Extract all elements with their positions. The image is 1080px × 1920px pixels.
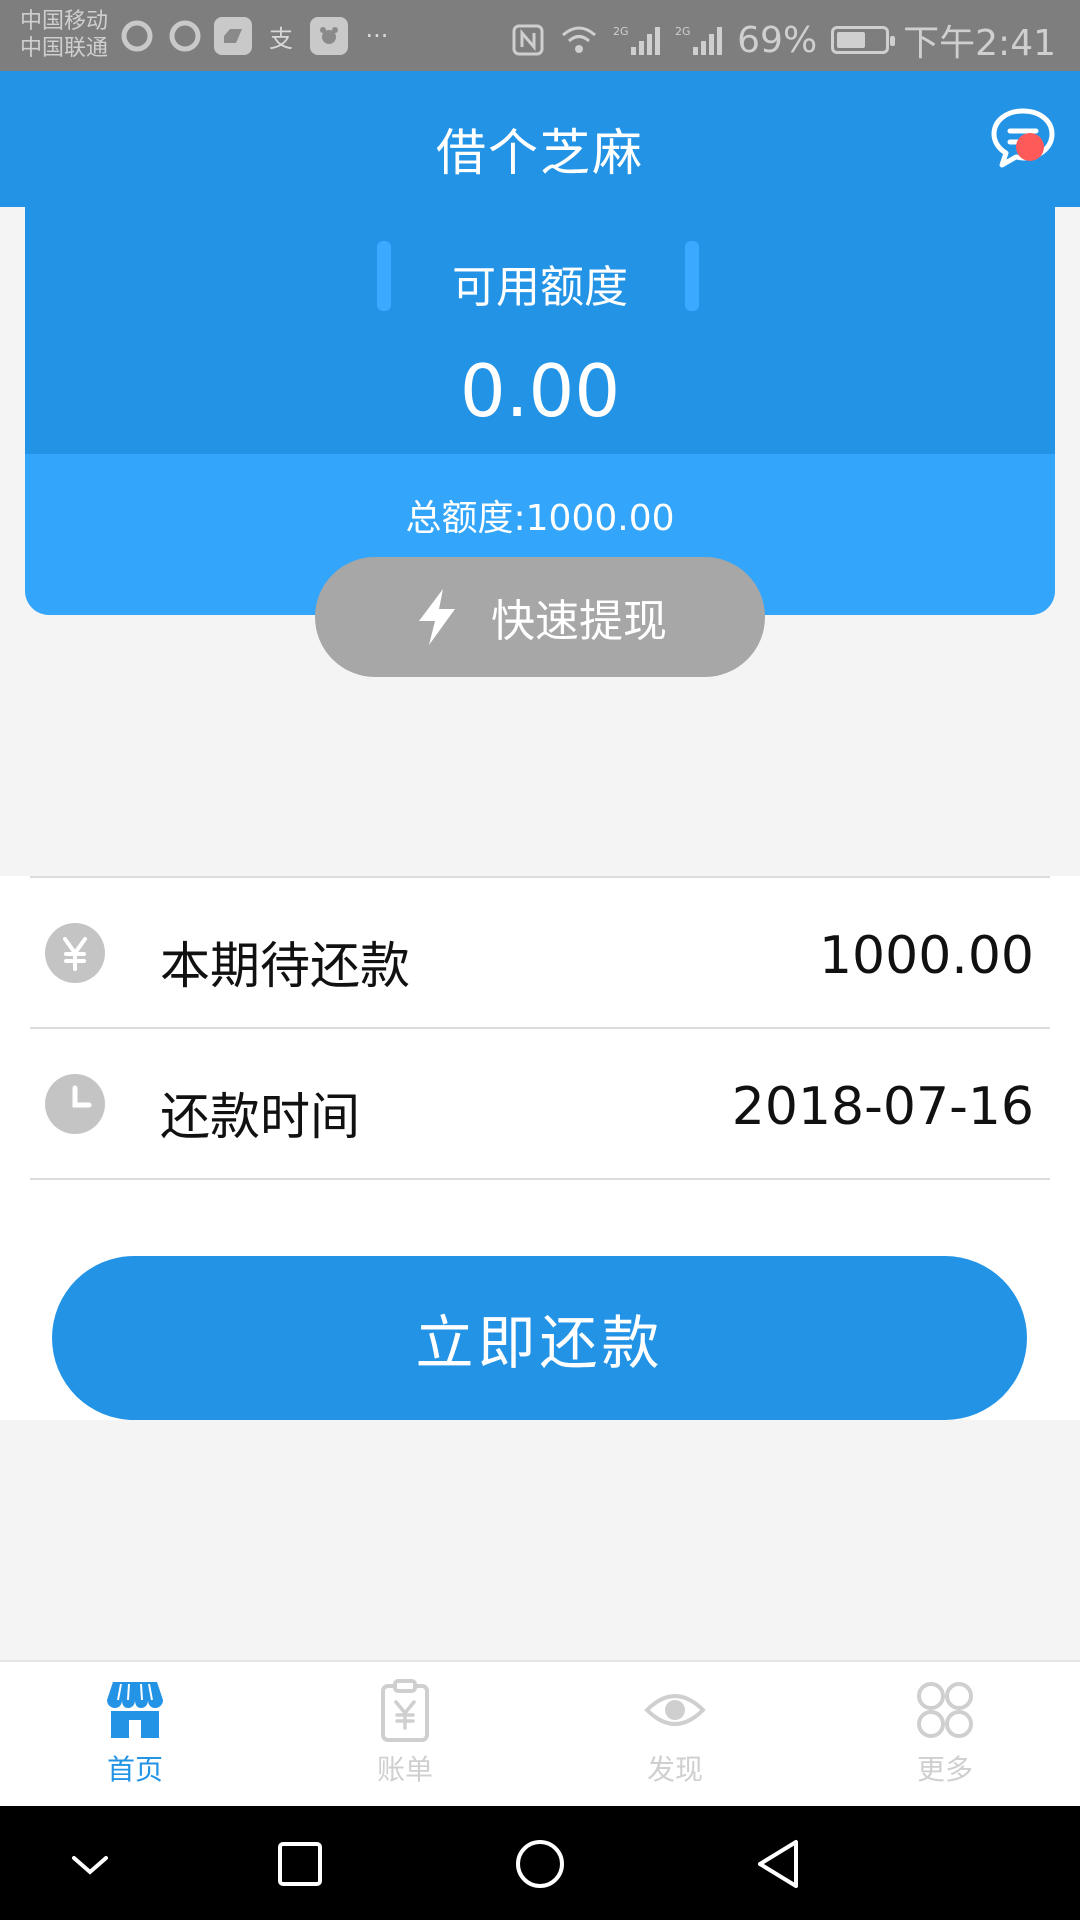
system-indicators: 2G 2G 69% 下午2:41: [511, 14, 1056, 66]
system-nav-bar: [0, 1806, 1080, 1920]
battery-percent: 69%: [737, 19, 818, 61]
nav-discover-label: 发现: [646, 1753, 703, 1786]
recent-apps-icon[interactable]: [270, 1834, 330, 1894]
messages-button[interactable]: [988, 103, 1058, 169]
quick-withdraw-button[interactable]: 快速提现: [315, 557, 765, 677]
clock: 下午2:41: [903, 23, 1056, 64]
wifi-icon: [562, 26, 597, 53]
nav-more-label: 更多: [916, 1753, 973, 1786]
credit-card: 可用额度 0.00 总额度:1000.00: [25, 207, 1055, 615]
battery-icon: [831, 26, 896, 54]
nav-home-label: 首页: [106, 1753, 163, 1786]
due-amount-label: 本期待还款: [160, 937, 410, 995]
nav-more[interactable]: 更多: [810, 1662, 1080, 1808]
status-bar: 中国移动 中国联通 支 ··· 2G 2G 69% 下午2:41: [0, 0, 1080, 71]
lightning-icon: [419, 589, 455, 645]
unread-badge: [1016, 133, 1044, 161]
carrier-1: 中国移动: [20, 9, 109, 34]
carrier-info: 中国移动 中国联通: [20, 8, 108, 62]
due-date-row: 还款时间 2018-07-16: [0, 1029, 1080, 1179]
signal-type-label: 2G: [613, 25, 629, 38]
nav-bill[interactable]: 账单: [270, 1662, 540, 1808]
baidu-icon: [310, 17, 348, 55]
bottom-nav: 首页 账单 发现 更多: [0, 1660, 1080, 1806]
notification-icons: 支 ···: [118, 17, 396, 55]
credit-card-top: 可用额度 0.00: [25, 207, 1055, 454]
quick-withdraw-label: 快速提现: [491, 596, 667, 647]
nfc-icon: [512, 24, 544, 56]
total-credit: 总额度:1000.00: [405, 498, 675, 539]
clock-icon: [45, 1074, 105, 1134]
back-triangle-icon[interactable]: [750, 1834, 810, 1894]
chevron-down-icon[interactable]: [60, 1834, 120, 1894]
app-header: 借个芝麻: [0, 71, 1080, 207]
store-icon: [107, 1682, 163, 1738]
due-amount-row: 本期待还款 1000.00: [0, 878, 1080, 1028]
available-credit-amount: 0.00: [459, 349, 621, 433]
eye-icon: [644, 1694, 706, 1726]
carrier-2: 中国联通: [20, 36, 109, 61]
more-grid-icon: [917, 1682, 973, 1738]
signal-icon: 2G: [613, 25, 661, 55]
nav-discover[interactable]: 发现: [540, 1662, 810, 1808]
signal-type-label: 2G: [675, 25, 691, 38]
divider: [30, 1178, 1050, 1180]
app-notification-icon: [166, 17, 204, 55]
nav-bill-label: 账单: [376, 1753, 433, 1786]
due-amount-value: 1000.00: [818, 926, 1034, 986]
nav-home[interactable]: 首页: [0, 1662, 270, 1808]
home-circle-icon[interactable]: [510, 1834, 570, 1894]
repay-now-button[interactable]: 立即还款: [52, 1256, 1027, 1420]
alipay-icon: 支: [269, 24, 293, 53]
due-date-label: 还款时间: [160, 1088, 360, 1146]
page-title: 借个芝麻: [436, 124, 644, 182]
more-notifications-icon: ···: [365, 22, 389, 50]
app-notification-icon: [118, 17, 156, 55]
signal-icon: 2G: [675, 25, 723, 55]
yuan-icon: [45, 923, 105, 983]
app-notification-icon: [214, 17, 252, 55]
repayment-section: 本期待还款 1000.00 还款时间 2018-07-16 立即还款: [0, 876, 1080, 1420]
bill-icon: [381, 1679, 429, 1742]
available-credit-label: 可用额度: [452, 262, 628, 313]
due-date-value: 2018-07-16: [731, 1077, 1034, 1137]
